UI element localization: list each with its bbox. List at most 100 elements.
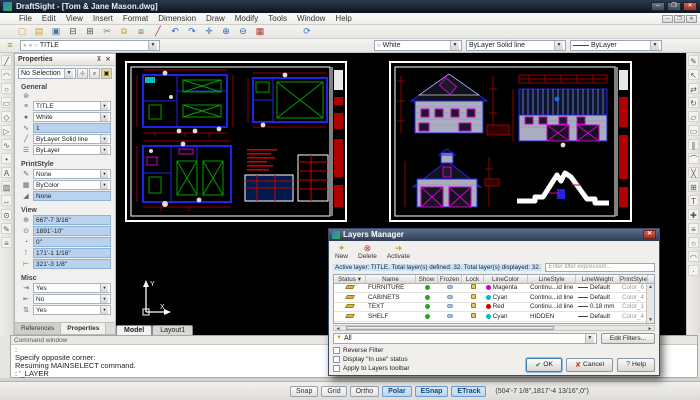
modify-tool-icon-14[interactable]: ◠ bbox=[688, 251, 699, 262]
menu-file[interactable]: File bbox=[14, 14, 37, 23]
checkbox-1[interactable] bbox=[333, 356, 340, 363]
draw-tool-icon-8[interactable]: A bbox=[1, 167, 12, 178]
draw-tool-icon-11[interactable]: ⊙ bbox=[1, 209, 12, 220]
menu-modify[interactable]: Modify bbox=[230, 14, 264, 23]
menu-insert[interactable]: Insert bbox=[88, 14, 118, 23]
help-button[interactable]: ?Help bbox=[617, 358, 655, 372]
draw-line-icon[interactable]: ╱ bbox=[152, 26, 164, 37]
modify-tool-icon-4[interactable]: ▱ bbox=[688, 111, 699, 122]
draw-tool-icon-13[interactable]: ≡ bbox=[1, 237, 12, 248]
modify-tool-icon-11[interactable]: ✚ bbox=[688, 209, 699, 220]
modify-tool-icon-13[interactable]: ○ bbox=[688, 237, 699, 248]
chevron-down-icon[interactable]: ▼ bbox=[450, 41, 459, 50]
column-header-printstyle[interactable]: PrintStyle bbox=[620, 275, 648, 283]
line-style-combobox[interactable]: ByLayer Solid line ▼ bbox=[466, 40, 566, 51]
frozen-icon[interactable] bbox=[447, 295, 453, 299]
view-value-4[interactable]: 321'-3 1/8" bbox=[33, 259, 111, 269]
line-style-field[interactable]: ByLayer Solid line▼ bbox=[33, 134, 111, 144]
modify-tool-icon-15[interactable]: · bbox=[688, 265, 699, 276]
column-header-linestyle[interactable]: LineStyle bbox=[528, 275, 576, 283]
zoom-fit-icon[interactable]: ▦ bbox=[254, 26, 266, 37]
layers-manager-icon[interactable]: ≡ bbox=[4, 40, 16, 51]
draw-tool-icon-9[interactable]: ▨ bbox=[1, 181, 12, 192]
mdi-minimize-button[interactable]: ─ bbox=[662, 15, 673, 23]
dialog-close-button[interactable]: ✕ bbox=[643, 230, 656, 239]
modify-tool-icon-3[interactable]: ↻ bbox=[688, 97, 699, 108]
show-icon[interactable] bbox=[425, 304, 430, 309]
line-scale-field[interactable]: 1 bbox=[33, 123, 111, 133]
misc-value-0[interactable]: Yes▼ bbox=[33, 283, 111, 293]
chevron-down-icon[interactable]: ▼ bbox=[64, 69, 73, 78]
draw-tool-icon-5[interactable]: ▷ bbox=[1, 125, 12, 136]
line-color-combobox[interactable]: ○ White ▼ bbox=[374, 40, 462, 51]
select-elements-button[interactable]: ⊹ bbox=[77, 68, 88, 79]
cancel-button[interactable]: ✘Cancel bbox=[566, 358, 613, 372]
quick-select-button[interactable]: ⌕ bbox=[89, 68, 100, 79]
minimize-button[interactable]: ─ bbox=[651, 2, 665, 11]
table-row[interactable]: CABINETS CyanContinu...id lineDefaultCol… bbox=[334, 293, 654, 303]
pin-icon[interactable]: ⊼ bbox=[95, 56, 103, 63]
checkbox-2[interactable] bbox=[333, 365, 340, 372]
zoom-out-icon[interactable]: ⊖ bbox=[237, 26, 249, 37]
chevron-down-icon[interactable]: ▼ bbox=[100, 295, 108, 303]
copy-icon[interactable]: ⧉ bbox=[118, 26, 130, 37]
printstyle-source-field[interactable]: ByColor▼ bbox=[33, 180, 111, 190]
zoom-window-icon[interactable]: ⊕ bbox=[220, 26, 232, 37]
redo-icon[interactable]: ↷ bbox=[186, 26, 198, 37]
refresh-icon[interactable]: ⟳ bbox=[301, 26, 313, 37]
tab-layout1[interactable]: Layout1 bbox=[152, 325, 193, 335]
checkbox-0[interactable] bbox=[333, 347, 340, 354]
modify-tool-icon-10[interactable]: T bbox=[688, 195, 699, 206]
frozen-icon[interactable] bbox=[447, 314, 453, 318]
cut-icon[interactable]: ✂ bbox=[101, 26, 113, 37]
show-icon[interactable] bbox=[425, 314, 430, 319]
misc-value-2[interactable]: Yes▼ bbox=[33, 305, 111, 315]
modify-tool-icon-2[interactable]: ⇄ bbox=[688, 83, 699, 94]
layer-field[interactable]: TITLE▼ bbox=[33, 101, 111, 111]
tab-references[interactable]: References bbox=[15, 323, 61, 334]
column-header-name[interactable]: Name bbox=[366, 275, 416, 283]
print-preview-icon[interactable]: ⊞ bbox=[84, 26, 96, 37]
toggle-grid[interactable]: Grid bbox=[321, 386, 346, 397]
dialog-title-bar[interactable]: Layers Manager ✕ bbox=[329, 229, 659, 241]
view-value-0[interactable]: 667'-7 3/16" bbox=[33, 215, 111, 225]
lock-icon[interactable] bbox=[471, 284, 476, 289]
draw-tool-icon-1[interactable]: ◠ bbox=[1, 69, 12, 80]
pan-icon[interactable]: ✛ bbox=[203, 26, 215, 37]
draw-tool-icon-3[interactable]: ▭ bbox=[1, 97, 12, 108]
close-button[interactable]: ✕ bbox=[683, 2, 697, 11]
show-icon[interactable] bbox=[425, 295, 430, 300]
modify-tool-icon-12[interactable]: ≡ bbox=[688, 223, 699, 234]
undo-icon[interactable]: ↶ bbox=[169, 26, 181, 37]
line-color-field[interactable]: White▼ bbox=[33, 112, 111, 122]
lock-icon[interactable] bbox=[471, 303, 476, 308]
printstyle-field[interactable]: None▼ bbox=[33, 169, 111, 179]
column-header-show[interactable]: Show bbox=[416, 275, 438, 283]
draw-tool-icon-4[interactable]: ◇ bbox=[1, 111, 12, 122]
menu-help[interactable]: Help bbox=[330, 14, 356, 23]
menu-tools[interactable]: Tools bbox=[263, 14, 292, 23]
table-row[interactable]: FURNITURE MagentaContinu...id lineDefaul… bbox=[334, 284, 654, 294]
selection-combobox[interactable]: No Selection ▼ bbox=[18, 68, 76, 79]
modify-tool-icon-9[interactable]: ⊞ bbox=[688, 181, 699, 192]
print-icon[interactable]: ⊟ bbox=[67, 26, 79, 37]
column-header-linecolor[interactable]: LineColor bbox=[484, 275, 528, 283]
save-icon[interactable]: ▣ bbox=[50, 26, 62, 37]
close-icon[interactable]: ✕ bbox=[104, 56, 112, 63]
printstyle-table-field[interactable]: None bbox=[33, 191, 111, 201]
table-vertical-scrollbar[interactable]: ▲▼ bbox=[646, 284, 654, 323]
ok-button[interactable]: ✔OK bbox=[526, 358, 562, 372]
table-horizontal-scrollbar[interactable]: ◄► bbox=[333, 325, 655, 331]
misc-value-1[interactable]: No▼ bbox=[33, 294, 111, 304]
layer-filter-combobox[interactable]: ▼ All ▼ bbox=[333, 333, 597, 344]
tab-model[interactable]: Model bbox=[116, 325, 152, 335]
mdi-close-button[interactable]: ✕ bbox=[686, 15, 697, 23]
menu-dimension[interactable]: Dimension bbox=[153, 14, 201, 23]
draw-tool-icon-6[interactable]: ∿ bbox=[1, 139, 12, 150]
table-row[interactable]: TEXT RedContinu...id line0.18 mmColor_1 bbox=[334, 303, 654, 313]
modify-tool-icon-8[interactable]: ╳ bbox=[688, 167, 699, 178]
line-weight-field[interactable]: ByLayer▼ bbox=[33, 145, 111, 155]
lock-icon[interactable] bbox=[471, 313, 476, 318]
chevron-down-icon[interactable]: ▼ bbox=[650, 41, 659, 50]
draw-tool-icon-12[interactable]: ✎ bbox=[1, 223, 12, 234]
